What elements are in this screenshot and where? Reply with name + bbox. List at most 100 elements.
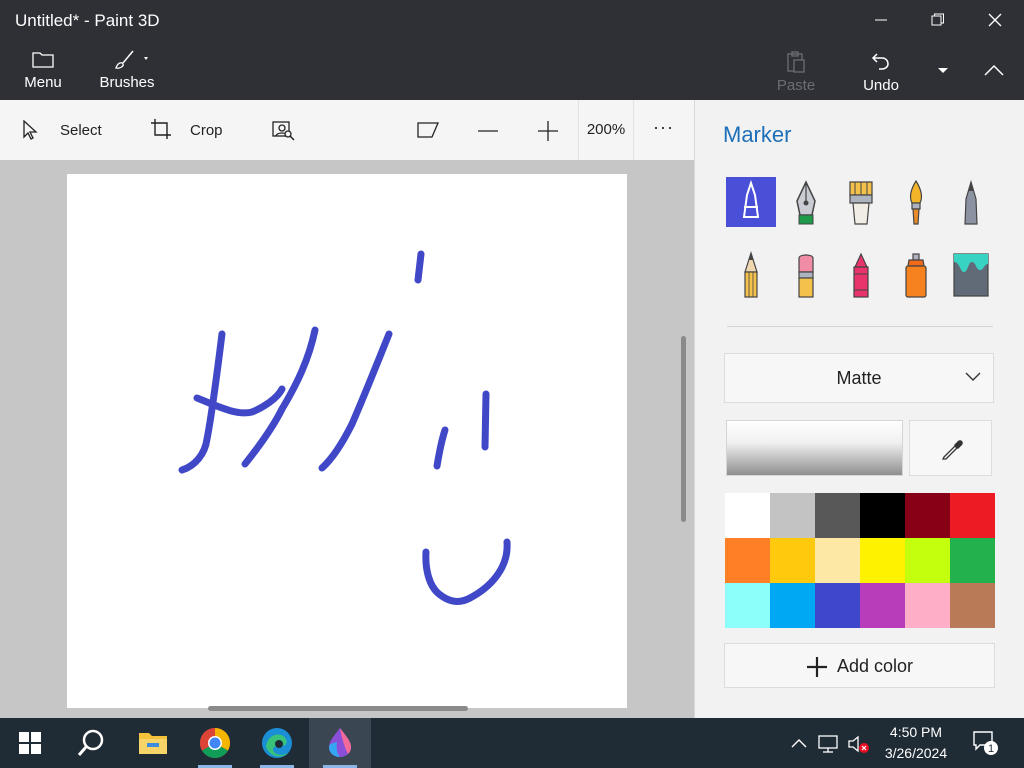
start-button[interactable] bbox=[0, 718, 60, 768]
select-label: Select bbox=[60, 122, 102, 139]
color-swatch[interactable] bbox=[950, 583, 995, 628]
restore-button[interactable] bbox=[909, 0, 966, 40]
minimize-button[interactable] bbox=[852, 0, 909, 40]
color-swatch[interactable] bbox=[860, 493, 905, 538]
volume-button[interactable] bbox=[845, 718, 871, 768]
clock-date: 3/26/2024 bbox=[884, 745, 948, 761]
color-swatch[interactable] bbox=[770, 583, 815, 628]
canvas-toolbar: Select Crop 200% ··· bbox=[0, 100, 694, 160]
more-icon: ··· bbox=[653, 117, 674, 137]
stroke-eye-right bbox=[481, 390, 490, 451]
finish-value: Matte bbox=[836, 368, 882, 388]
brush-pixel-pen[interactable] bbox=[946, 177, 996, 227]
file-explorer-button[interactable] bbox=[122, 718, 184, 768]
drawing-canvas[interactable] bbox=[67, 174, 627, 708]
eyedropper-icon bbox=[941, 440, 963, 460]
finish-dropdown[interactable]: Matte bbox=[724, 353, 994, 403]
zoom-out-button[interactable] bbox=[468, 100, 508, 160]
color-swatch[interactable] bbox=[770, 538, 815, 583]
brushes-panel: Marker Matte Add color bbox=[694, 100, 1024, 718]
chevron-down-icon bbox=[965, 372, 981, 381]
color-swatch[interactable] bbox=[725, 493, 770, 538]
search-button[interactable] bbox=[60, 718, 122, 768]
show-hidden-icons-button[interactable] bbox=[788, 718, 810, 768]
color-palette bbox=[725, 493, 995, 628]
chevron-up-icon bbox=[984, 64, 1004, 76]
undo-button[interactable]: Undo bbox=[855, 44, 907, 100]
search-icon bbox=[77, 729, 104, 756]
watercolor-icon bbox=[910, 179, 922, 225]
stroke-i bbox=[318, 330, 393, 472]
pencil-icon bbox=[744, 251, 758, 298]
color-swatch[interactable] bbox=[905, 493, 950, 538]
brushes-button[interactable]: Brushes bbox=[94, 44, 160, 100]
color-swatch[interactable] bbox=[905, 538, 950, 583]
edge-button[interactable] bbox=[246, 718, 308, 768]
brush-fill[interactable] bbox=[946, 250, 996, 300]
paint-3d-icon bbox=[329, 728, 351, 757]
more-options-button[interactable]: ··· bbox=[645, 100, 685, 160]
paint-3d-taskbar-button[interactable] bbox=[309, 718, 371, 768]
menu-button[interactable]: Menu bbox=[10, 44, 76, 100]
minus-icon bbox=[478, 130, 498, 132]
eyedropper-button[interactable] bbox=[909, 420, 992, 476]
undo-icon bbox=[871, 53, 889, 70]
stroke-eye-left bbox=[433, 426, 449, 470]
action-center-button[interactable]: 1 bbox=[964, 718, 1008, 768]
color-swatch[interactable] bbox=[950, 493, 995, 538]
current-color-preview[interactable] bbox=[726, 420, 903, 476]
horizontal-scrollbar[interactable] bbox=[208, 706, 468, 711]
taskbar: 4:50 PM 3/26/2024 1 bbox=[0, 718, 1024, 768]
brush-calligraphy-pen[interactable] bbox=[781, 177, 831, 227]
edge-icon bbox=[262, 728, 292, 758]
crop-tool[interactable]: Crop bbox=[145, 100, 235, 160]
color-swatch[interactable] bbox=[725, 538, 770, 583]
panel-title: Marker bbox=[723, 122, 792, 147]
close-icon bbox=[988, 13, 1002, 27]
collapse-ribbon-button[interactable] bbox=[964, 44, 1024, 100]
undo-history-button[interactable] bbox=[926, 44, 960, 100]
brush-pencil[interactable] bbox=[726, 250, 776, 300]
title-bar: Untitled* - Paint 3D bbox=[0, 0, 1024, 44]
stroke-smile bbox=[422, 538, 511, 605]
volume-muted-icon bbox=[848, 735, 869, 753]
canvas-drawing bbox=[178, 250, 511, 605]
plus-icon bbox=[538, 121, 558, 141]
view-3d-button[interactable] bbox=[410, 100, 450, 160]
color-swatch[interactable] bbox=[725, 583, 770, 628]
color-swatch[interactable] bbox=[815, 493, 860, 538]
crayon-icon bbox=[853, 252, 869, 298]
chrome-icon bbox=[199, 728, 231, 759]
paste-label: Paste bbox=[776, 77, 816, 94]
color-swatch[interactable] bbox=[905, 583, 950, 628]
brush-marker[interactable] bbox=[726, 177, 776, 227]
zoom-in-button[interactable] bbox=[528, 100, 568, 160]
network-button[interactable] bbox=[815, 718, 841, 768]
minimize-icon bbox=[875, 19, 887, 21]
color-swatch[interactable] bbox=[860, 583, 905, 628]
system-clock[interactable]: 4:50 PM 3/26/2024 bbox=[876, 722, 956, 764]
add-color-button[interactable]: Add color bbox=[724, 643, 995, 688]
color-swatch[interactable] bbox=[815, 538, 860, 583]
oil-brush-icon bbox=[849, 181, 873, 225]
brush-crayon[interactable] bbox=[836, 250, 886, 300]
color-swatch[interactable] bbox=[950, 538, 995, 583]
color-swatch[interactable] bbox=[770, 493, 815, 538]
brushes-label: Brushes bbox=[99, 74, 155, 91]
marker-icon bbox=[742, 179, 760, 218]
vertical-scrollbar[interactable] bbox=[681, 336, 686, 522]
close-button[interactable] bbox=[966, 0, 1023, 40]
color-swatch[interactable] bbox=[860, 538, 905, 583]
chrome-button[interactable] bbox=[184, 718, 246, 768]
brush-watercolor[interactable] bbox=[891, 177, 941, 227]
brush-oil[interactable] bbox=[836, 177, 886, 227]
brush-eraser[interactable] bbox=[781, 250, 831, 300]
crop-label: Crop bbox=[190, 122, 223, 139]
magic-select-tool[interactable] bbox=[264, 100, 304, 160]
brush-spray-can[interactable] bbox=[891, 250, 941, 300]
zoom-level[interactable]: 200% bbox=[578, 100, 634, 160]
color-swatch[interactable] bbox=[815, 583, 860, 628]
select-tool[interactable]: Select bbox=[14, 100, 114, 160]
paint-3d-window: Untitled* - Paint 3D Menu Brushes Paste bbox=[0, 0, 1024, 768]
paste-button[interactable]: Paste bbox=[770, 44, 822, 100]
